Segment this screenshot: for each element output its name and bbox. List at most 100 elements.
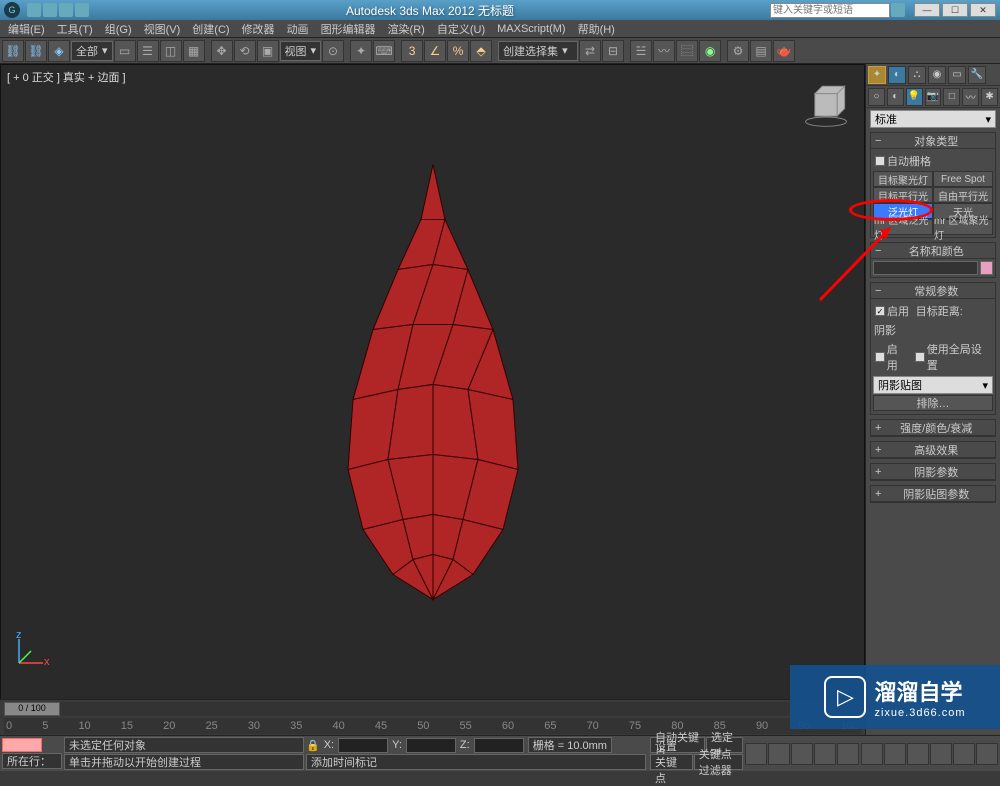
tab-modify-icon[interactable]: ◐	[888, 66, 906, 84]
named-sel-set[interactable]: 创建选择集▾	[498, 41, 578, 61]
keyboard-icon[interactable]: ⌨	[373, 40, 395, 62]
tab-create-icon[interactable]: ✦	[868, 66, 886, 84]
tb-redo-icon[interactable]	[75, 3, 89, 17]
align-icon[interactable]: ⊟	[602, 40, 624, 62]
help-search-input[interactable]	[770, 3, 890, 18]
zoom-all-icon[interactable]	[884, 743, 906, 765]
menu-views[interactable]: 视图(V)	[138, 19, 187, 39]
viewport[interactable]: [ + 0 正交 ] 真实 + 边面 ]	[0, 64, 865, 735]
rotate-icon[interactable]: ⟲	[234, 40, 256, 62]
menu-maxscript[interactable]: MAXScript(M)	[491, 21, 571, 37]
autogrid-checkbox[interactable]	[875, 156, 885, 166]
fov-icon[interactable]	[953, 743, 975, 765]
menu-modifiers[interactable]: 修改器	[236, 19, 281, 39]
material-icon[interactable]: ◉	[699, 40, 721, 62]
minimize-button[interactable]: —	[914, 3, 940, 17]
menu-create[interactable]: 创建(C)	[186, 19, 235, 39]
menu-group[interactable]: 组(G)	[99, 19, 138, 39]
select-name-icon[interactable]: ☰	[137, 40, 159, 62]
schematic-icon[interactable]: ⿳	[676, 40, 698, 62]
percent-snap-icon[interactable]: %	[447, 40, 469, 62]
lock-icon[interactable]: 🔒	[306, 739, 320, 752]
tab-hierarchy-icon[interactable]: ⛬	[908, 66, 926, 84]
subtab-helpers-icon[interactable]: □	[943, 88, 960, 106]
menu-edit[interactable]: 编辑(E)	[2, 19, 51, 39]
scale-icon[interactable]: ▣	[257, 40, 279, 62]
location-field[interactable]: 所在行：	[2, 753, 62, 769]
prev-frame-icon[interactable]	[768, 743, 790, 765]
link-icon[interactable]: ⛓	[2, 40, 24, 62]
light-category-dropdown[interactable]: 标准▾	[870, 110, 996, 128]
menu-tools[interactable]: 工具(T)	[51, 19, 99, 39]
select-icon[interactable]: ▭	[114, 40, 136, 62]
max-toggle-icon[interactable]	[976, 743, 998, 765]
subtab-space-icon[interactable]: 〰	[962, 88, 979, 106]
pivot-icon[interactable]: ⊙	[322, 40, 344, 62]
unlink-icon[interactable]: ⛓	[25, 40, 47, 62]
tab-utilities-icon[interactable]: 🔧	[968, 66, 986, 84]
select-region-icon[interactable]: ◫	[160, 40, 182, 62]
btn-mr-omni[interactable]: mr 区域泛光灯	[873, 219, 933, 235]
move-icon[interactable]: ✥	[211, 40, 233, 62]
btn-mr-spot[interactable]: mr 区域聚光灯	[933, 219, 993, 235]
tb-save-icon[interactable]	[43, 3, 57, 17]
angle-snap-icon[interactable]: ∠	[424, 40, 446, 62]
script-listener[interactable]	[2, 738, 42, 752]
select-manip-icon[interactable]: ✦	[350, 40, 372, 62]
btn-target-spot[interactable]: 目标聚光灯	[873, 171, 933, 187]
coord-x-input[interactable]	[338, 738, 388, 753]
curve-editor-icon[interactable]: 〰	[653, 40, 675, 62]
selection-filter[interactable]: 全部▾	[71, 41, 113, 61]
add-time-tag[interactable]: 添加时间标记	[306, 754, 646, 770]
goto-start-icon[interactable]	[745, 743, 767, 765]
subtab-lights-icon[interactable]: 💡	[906, 88, 923, 106]
ref-coord[interactable]: 视图▾	[280, 41, 322, 61]
tb-open-icon[interactable]	[27, 3, 41, 17]
exclude-button[interactable]: 排除…	[873, 395, 993, 411]
subtab-systems-icon[interactable]: ✱	[981, 88, 998, 106]
use-global-checkbox[interactable]	[915, 352, 925, 362]
menu-graph[interactable]: 图形编辑器	[315, 19, 382, 39]
coord-z-input[interactable]	[474, 738, 524, 753]
close-button[interactable]: ✕	[970, 3, 996, 17]
tb-help-icon[interactable]	[891, 3, 905, 17]
btn-target-direct[interactable]: 目标平行光	[873, 187, 933, 203]
layers-icon[interactable]: ☱	[630, 40, 652, 62]
object-name-input[interactable]	[873, 261, 978, 275]
object-color-swatch[interactable]	[980, 261, 993, 275]
coord-y-input[interactable]	[406, 738, 456, 753]
orbit-icon[interactable]	[930, 743, 952, 765]
subtab-cameras-icon[interactable]: 📷	[925, 88, 942, 106]
zoom-icon[interactable]	[861, 743, 883, 765]
tab-motion-icon[interactable]: ◉	[928, 66, 946, 84]
render-icon[interactable]: 🫖	[773, 40, 795, 62]
render-setup-icon[interactable]: ⚙	[727, 40, 749, 62]
subtab-shapes-icon[interactable]: ◐	[887, 88, 904, 106]
enable-light-checkbox[interactable]: ✓	[875, 306, 885, 316]
next-frame-icon[interactable]	[814, 743, 836, 765]
snap-icon[interactable]: 3	[401, 40, 423, 62]
tab-display-icon[interactable]: ▭	[948, 66, 966, 84]
shadow-enable-checkbox[interactable]	[875, 352, 885, 362]
menu-render[interactable]: 渲染(R)	[382, 19, 431, 39]
set-key-button[interactable]: 设置关键点	[650, 754, 693, 770]
spinner-snap-icon[interactable]: ⬘	[470, 40, 492, 62]
tb-undo-icon[interactable]	[59, 3, 73, 17]
btn-free-direct[interactable]: 自由平行光	[933, 187, 993, 203]
viewcube[interactable]	[798, 75, 854, 131]
render-frame-icon[interactable]: ▤	[750, 40, 772, 62]
bind-icon[interactable]: ◈	[48, 40, 70, 62]
menu-animation[interactable]: 动画	[281, 19, 315, 39]
maximize-button[interactable]: ☐	[942, 3, 968, 17]
subtab-geometry-icon[interactable]: ○	[868, 88, 885, 106]
mesh-object[interactable]	[303, 160, 563, 613]
pan-icon[interactable]	[907, 743, 929, 765]
goto-end-icon[interactable]	[837, 743, 859, 765]
viewport-label[interactable]: [ + 0 正交 ] 真实 + 边面 ]	[7, 69, 126, 85]
menu-customize[interactable]: 自定义(U)	[431, 19, 491, 39]
time-handle[interactable]: 0 / 100	[4, 702, 60, 716]
menu-help[interactable]: 帮助(H)	[572, 19, 621, 39]
play-icon[interactable]	[791, 743, 813, 765]
window-crossing-icon[interactable]: ▦	[183, 40, 205, 62]
btn-free-spot[interactable]: Free Spot	[933, 171, 993, 187]
